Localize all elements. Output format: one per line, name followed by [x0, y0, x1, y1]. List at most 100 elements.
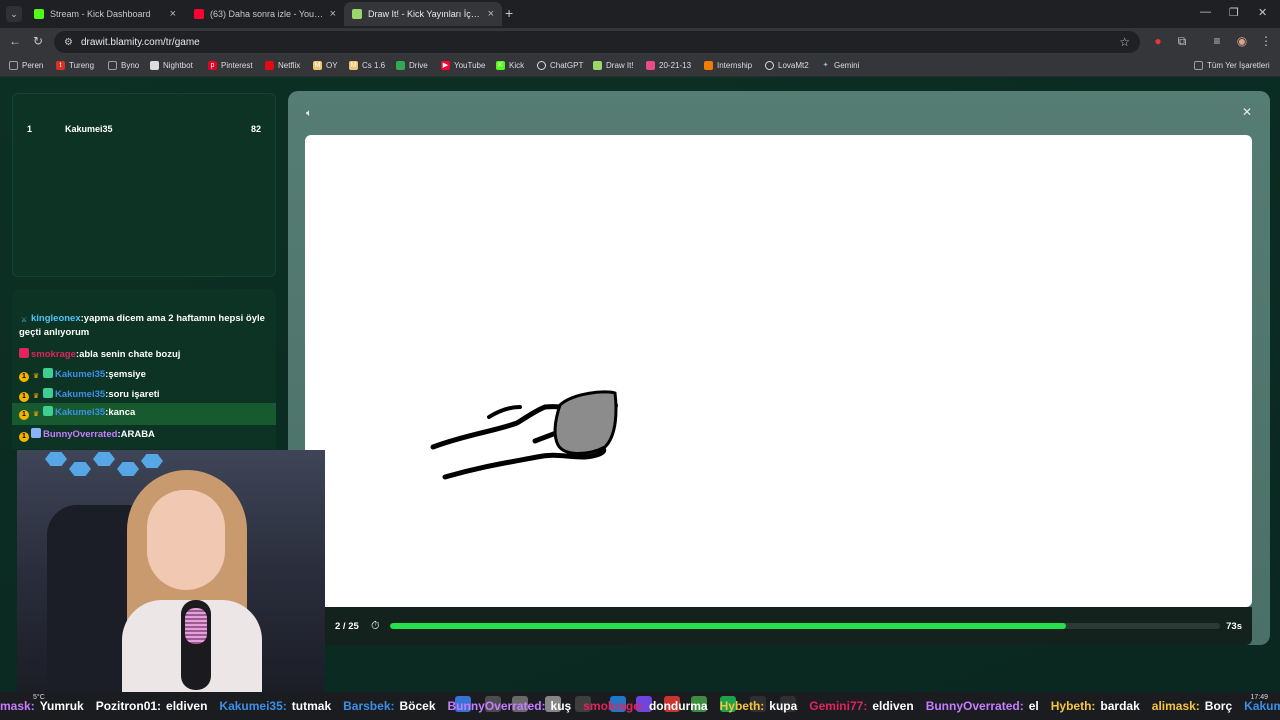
ticker-username: smokrage: — [583, 699, 644, 713]
taskbar: 5°C 17:49 mask: Yumruk Pozitron01: eldiven K… — [0, 692, 1280, 720]
chat-message: ⚔ kingleonex:yapma dicem ama 2 haftamın h… — [19, 313, 265, 338]
bookmark-20-21-13[interactable]: 20-21-13 — [646, 61, 691, 70]
ticker-username: Hybeth: — [719, 699, 765, 713]
tab-draw-it[interactable]: Draw It! - Kick Yayınları İçin Çiz... × — [344, 2, 502, 26]
close-tab-icon[interactable]: × — [488, 8, 494, 20]
coin-badge-icon: 1 — [19, 392, 29, 402]
volume-icon[interactable]: 🔈︎ — [306, 108, 312, 119]
microphone-light — [185, 608, 207, 644]
ticker-username: Kakumei35: — [219, 699, 287, 713]
heart-badge-icon — [19, 348, 29, 358]
bookmark-byno[interactable]: Byno — [108, 61, 139, 70]
bookmark-nightbot[interactable]: Nightbot — [150, 61, 193, 70]
restore-icon[interactable]: ❐ — [1229, 6, 1239, 19]
folder-icon — [9, 61, 18, 70]
leaderboard-panel: 1 Kakumei35 82 — [12, 93, 276, 277]
globe-icon — [765, 61, 774, 70]
hex-light — [45, 452, 67, 466]
folder-icon — [1194, 61, 1203, 70]
bookmark-pinterest[interactable]: p Pinterest — [208, 61, 253, 70]
crown-badge-icon: ♛ — [32, 411, 40, 418]
reading-list-icon[interactable]: ≡ — [1209, 34, 1225, 48]
bookmark-gemini[interactable]: ✦ Gemini — [821, 61, 860, 70]
bookmark-tureng[interactable]: t Tureng — [56, 61, 94, 70]
address-bar[interactable]: ⚙ drawit.blamity.com/tr/game ☆ — [54, 31, 1140, 53]
coin-badge-icon: 1 — [19, 432, 29, 442]
bookmark-chatgpt[interactable]: ChatGPT — [537, 61, 583, 70]
gem-badge-icon — [43, 388, 53, 398]
browser-toolbar: ← ↻ ⚙ drawit.blamity.com/tr/game ☆ ● ⧉ ≡… — [0, 28, 1280, 56]
tureng-icon: t — [56, 61, 65, 70]
bookmark-netflix[interactable]: Netflix — [265, 61, 300, 70]
bookmark-label: Kick — [509, 61, 525, 70]
chat-message: 1 ♛ Kakumei35:şemsiye — [12, 365, 276, 385]
bookmark-peren[interactable]: Peren — [9, 61, 43, 70]
hex-light — [69, 462, 91, 476]
ticker-guess: eldiven — [872, 699, 914, 713]
tab-kick-dashboard[interactable]: Stream - Kick Dashboard × — [26, 2, 184, 26]
bookmark-lovamt2[interactable]: LovaMt2 — [765, 61, 809, 70]
chat-username[interactable]: smokrage — [31, 349, 76, 360]
chat-text: ARABA — [120, 429, 155, 440]
all-bookmarks-folder[interactable]: Tüm Yer İşaretleri — [1194, 61, 1270, 70]
chat-message: smokrage:abla senin chate bozuj — [12, 345, 276, 365]
bookmark-label: Cs 1.6 — [362, 61, 386, 70]
browser-tab-strip: ⌄ Stream - Kick Dashboard × (63) Daha so… — [0, 0, 1280, 28]
ticker-guess: eldiven — [166, 699, 208, 713]
back-arrow-icon[interactable]: ← — [7, 34, 23, 48]
ticker-username: Pozitron01: — [95, 699, 162, 713]
bookmark-cs16[interactable]: M Cs 1.6 — [349, 61, 385, 70]
extension-red-icon[interactable]: ● — [1150, 34, 1166, 48]
ticker-guess: el — [1028, 699, 1039, 713]
ticker-username: Hybeth: — [1050, 699, 1096, 713]
tab-search-button[interactable]: ⌄ — [6, 6, 22, 22]
ticker-guess: Böcek — [399, 699, 436, 713]
game-panel: 🔈︎ ✕ 2 / 25 ⏱ 73s — [288, 91, 1270, 645]
bookmark-label: Tüm Yer İşaretleri — [1207, 61, 1270, 70]
reload-icon[interactable]: ↻ — [30, 34, 46, 48]
chat-username[interactable]: BunnyOverrated — [43, 429, 117, 440]
time-progress-track — [390, 623, 1220, 629]
chatgpt-icon — [537, 61, 546, 70]
bookmark-draw-it[interactable]: Draw It! — [593, 61, 634, 70]
close-icon[interactable]: ✕ — [1242, 105, 1252, 119]
bookmark-label: YouTube — [454, 61, 486, 70]
coin-badge-icon: 1 — [19, 410, 29, 420]
streamer-face — [147, 490, 225, 590]
url-text[interactable]: drawit.blamity.com/tr/game — [81, 37, 200, 48]
leaderboard-row: 1 Kakumei35 82 — [27, 124, 261, 134]
drawing-canvas[interactable] — [305, 135, 1252, 607]
bookmark-drive[interactable]: Drive — [396, 61, 428, 70]
close-tab-icon[interactable]: × — [330, 8, 336, 20]
drive-icon — [396, 61, 405, 70]
bookmark-oy[interactable]: M OY — [313, 61, 338, 70]
chat-username[interactable]: Kakumei35 — [55, 389, 105, 400]
chat-username[interactable]: Kakumei35 — [55, 369, 105, 380]
heart-icon — [646, 61, 655, 70]
bookmark-label: Nightbot — [163, 61, 193, 70]
ticker-guess: bardak — [1100, 699, 1140, 713]
chat-username[interactable]: kingleonex — [31, 313, 81, 324]
bookmark-label: Peren — [22, 61, 44, 70]
chat-text: şemsiye — [108, 369, 146, 380]
ticker-guess: kuş — [550, 699, 572, 713]
minimize-icon[interactable]: — — [1200, 6, 1211, 18]
ticker-guess: tutmak — [291, 699, 332, 713]
internship-icon — [704, 61, 713, 70]
bookmark-internship[interactable]: Internship — [704, 61, 752, 70]
site-info-icon[interactable]: ⚙ — [64, 37, 73, 48]
tab-youtube[interactable]: (63) Daha sonra izle - YouTube × — [186, 2, 344, 26]
close-window-icon[interactable]: ✕ — [1258, 6, 1267, 19]
chat-username[interactable]: Kakumei35 — [55, 407, 105, 418]
bookmark-youtube[interactable]: ▶ YouTube — [441, 61, 485, 70]
browser-menu-icon[interactable]: ⋮ — [1258, 34, 1274, 48]
extensions-puzzle-icon[interactable]: ⧉ — [1174, 34, 1190, 49]
bookmark-kick[interactable]: K Kick — [496, 61, 524, 70]
time-left: 73s — [1226, 620, 1242, 632]
bookmark-star-icon[interactable]: ☆ — [1119, 35, 1130, 49]
profile-avatar[interactable]: ◉ — [1234, 34, 1250, 48]
sword-badge-icon: ⚔ — [20, 317, 28, 324]
new-tab-button[interactable]: + — [505, 5, 513, 21]
close-tab-icon[interactable]: × — [170, 8, 176, 20]
ticker-username: BunnyOverrated: — [447, 699, 546, 713]
